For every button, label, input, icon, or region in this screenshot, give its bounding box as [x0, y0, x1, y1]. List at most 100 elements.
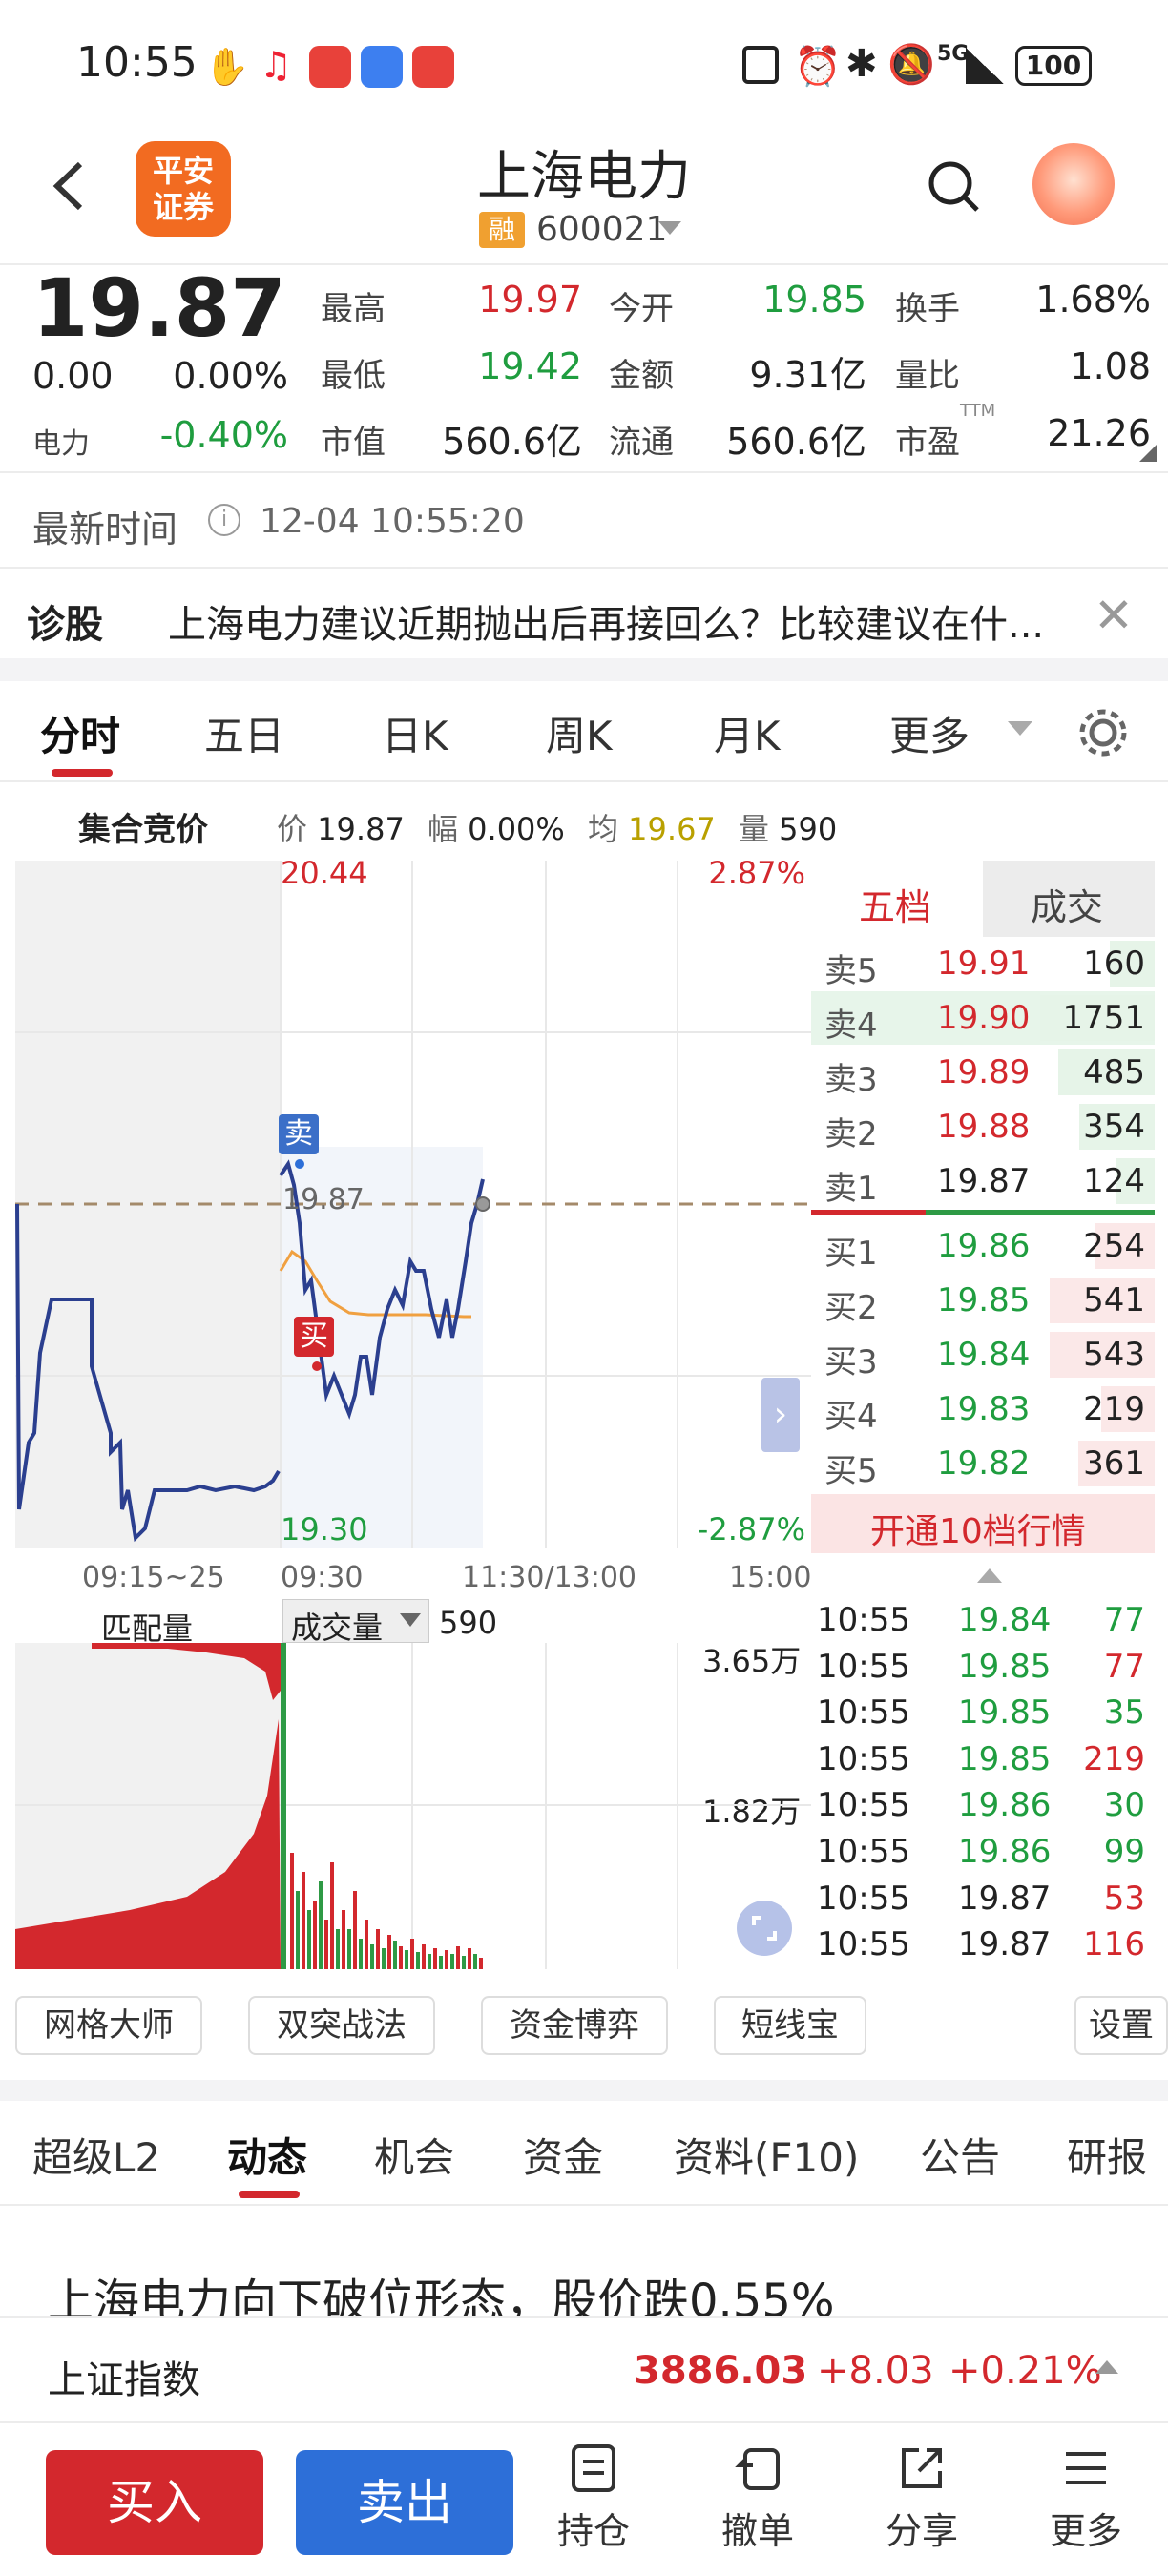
float-value: 560.6亿: [726, 421, 866, 463]
tick-price: 19.87: [958, 1925, 1052, 1964]
tab-announcements[interactable]: 公告: [920, 2126, 1000, 2184]
bids-row[interactable]: 买3 19.84 543: [811, 1328, 1155, 1381]
tab-super-l2[interactable]: 超级L2: [32, 2126, 160, 2184]
tab-daily-k[interactable]: 日K: [382, 704, 448, 762]
volume-chart: [15, 1643, 811, 1969]
asks-row[interactable]: 卖5 19.91 160: [811, 937, 1155, 990]
tick-time: 10:55: [817, 1786, 910, 1825]
tab-f10[interactable]: 资料(F10): [674, 2126, 859, 2184]
tab-monthly-k[interactable]: 月K: [714, 704, 781, 762]
tab-depth-label: 五档: [859, 886, 932, 928]
asks-row[interactable]: 卖1 19.87 124: [811, 1154, 1155, 1208]
close-icon[interactable]: ✕: [1094, 588, 1134, 643]
tool-capital-game[interactable]: 资金博弈: [481, 1996, 668, 2055]
sell-button[interactable]: 卖出: [296, 2450, 513, 2555]
signal-icon: [966, 48, 1004, 84]
chart-top-price: 20.44: [281, 855, 368, 891]
tick-time: 10:55: [817, 1925, 910, 1964]
tab-opportunity[interactable]: 机会: [374, 2126, 454, 2184]
bids-row[interactable]: 买2 19.85 541: [811, 1274, 1155, 1327]
amount-label: 金额: [609, 357, 674, 395]
tab-five-day[interactable]: 五日: [204, 704, 284, 762]
float-label: 流通: [609, 424, 674, 462]
nav-more[interactable]: 更多: [1029, 2442, 1143, 2554]
tool-grid-master[interactable]: 网格大师: [15, 1996, 202, 2055]
index-bar[interactable]: 上证指数 3886.03 +8.03 +0.21%: [0, 2316, 1168, 2423]
diagnosis-text[interactable]: 上海电力建议近期抛出后再接回么？比较建议在什...: [168, 593, 1084, 649]
margin-badge: 融: [479, 212, 525, 248]
cancel-order-icon: [735, 2448, 780, 2490]
upgrade-level2-button[interactable]: 开通10档行情: [811, 1494, 1155, 1553]
back-button[interactable]: [38, 153, 105, 219]
broker-logo[interactable]: 平安 证券: [136, 141, 231, 237]
volume-value: 590: [439, 1605, 498, 1641]
tool-settings[interactable]: 设置: [1074, 1996, 1168, 2055]
info-icon[interactable]: i: [208, 504, 240, 536]
asks-row[interactable]: 卖2 19.88 354: [811, 1100, 1155, 1153]
hand-icon: ✋: [204, 46, 250, 88]
tick-volume: 99: [1103, 1833, 1145, 1871]
tab-intraday[interactable]: 分时: [40, 704, 120, 762]
tab-depth[interactable]: 五档: [811, 861, 983, 937]
tab-weekly-k[interactable]: 周K: [546, 704, 613, 762]
tick-price: 19.87: [958, 1879, 1052, 1918]
sector-label[interactable]: 电力: [32, 420, 90, 462]
bids-row[interactable]: 买4 19.83 219: [811, 1382, 1155, 1436]
chevron-down-icon[interactable]: [1008, 721, 1032, 736]
level-price: 19.91: [937, 945, 1031, 983]
level-label: 卖5: [824, 952, 878, 990]
tick-volume: 30: [1103, 1786, 1145, 1825]
time-label-preopen: 09:15~25: [82, 1561, 225, 1594]
nav-holdings[interactable]: 持仓: [536, 2442, 651, 2554]
intraday-chart[interactable]: [15, 861, 811, 1548]
level-label: 买2: [824, 1289, 878, 1327]
tick-time: 10:55: [817, 1739, 910, 1778]
level-volume: 160: [1083, 945, 1145, 983]
tool-short-term[interactable]: 短线宝: [714, 1996, 866, 2055]
settings-button[interactable]: [1074, 704, 1132, 761]
tick-time: 10:55: [817, 1833, 910, 1871]
buy-button[interactable]: 买入: [46, 2450, 263, 2555]
mcap-label: 市值: [321, 424, 386, 462]
time-label-noon: 11:30/13:00: [462, 1561, 637, 1594]
tick-time: 10:55: [817, 1601, 910, 1639]
tab-trades[interactable]: 成交: [983, 861, 1155, 937]
buy-point: [312, 1361, 322, 1371]
fullscreen-button[interactable]: [737, 1901, 792, 1956]
high-value: 19.97: [478, 279, 582, 321]
bids-row[interactable]: 买1 19.86 254: [811, 1219, 1155, 1273]
avatar[interactable]: [1032, 143, 1115, 225]
asks-row[interactable]: 卖4 19.90 1751: [811, 991, 1155, 1045]
volume-selector[interactable]: 成交量: [282, 1599, 429, 1646]
time-label-open: 09:30: [281, 1561, 364, 1594]
tab-more[interactable]: 更多: [889, 704, 970, 762]
nav-share[interactable]: 分享: [865, 2442, 979, 2554]
stock-code[interactable]: 600021: [536, 210, 667, 249]
tick-price: 19.86: [958, 1786, 1052, 1825]
update-label: 最新时间: [32, 509, 178, 551]
tab-research[interactable]: 研报: [1067, 2126, 1147, 2184]
expand-panel-button[interactable]: ›: [761, 1378, 800, 1452]
level-price: 19.89: [937, 1053, 1031, 1091]
holdings-icon: [572, 2444, 615, 2492]
nav-cancel-order[interactable]: 撤单: [700, 2442, 815, 2554]
turnover-value: 1.68%: [1035, 279, 1151, 321]
tool-double-break[interactable]: 双突战法: [248, 1996, 435, 2055]
stock-title: 上海电力: [477, 146, 691, 208]
level-volume: 485: [1083, 1053, 1145, 1091]
sector-change: -0.40%: [159, 414, 288, 456]
bids-row[interactable]: 买5 19.82 361: [811, 1437, 1155, 1490]
asks-row[interactable]: 卖3 19.89 485: [811, 1046, 1155, 1099]
search-button[interactable]: [926, 158, 983, 216]
tab-news-feed[interactable]: 动态: [227, 2126, 307, 2184]
chevron-down-icon[interactable]: [658, 221, 681, 235]
alarm-icon: ⏰: [794, 45, 842, 89]
tab-capital[interactable]: 资金: [523, 2126, 603, 2184]
trade-tick-row: 10:55 19.85 35: [811, 1690, 1155, 1735]
level-volume: 219: [1083, 1390, 1145, 1428]
level-volume: 354: [1083, 1108, 1145, 1146]
chevron-up-icon[interactable]: [977, 1568, 1002, 1583]
open-value: 19.85: [762, 279, 866, 321]
level-price: 19.82: [937, 1444, 1031, 1483]
tick-volume: 77: [1103, 1647, 1145, 1686]
